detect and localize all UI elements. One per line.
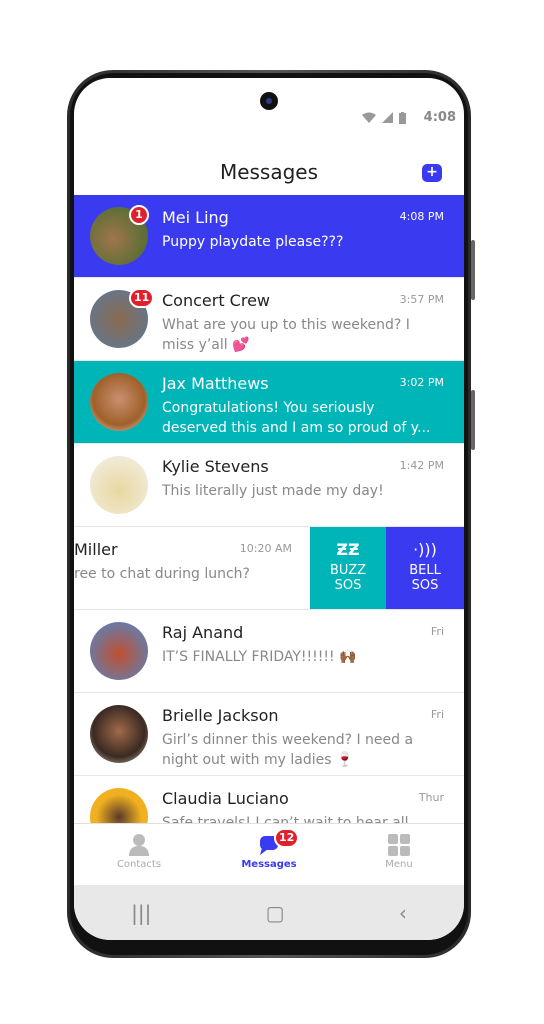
contact-name: Raj Anand [162, 623, 244, 642]
conversation-row[interactable]: Brielle Jackson Fri Girl’s dinner this w… [74, 693, 464, 776]
avatar [90, 373, 148, 431]
tab-menu[interactable]: Menu [334, 824, 464, 885]
conversation-list: 1 Mei Ling 4:08 PM Puppy playdate please… [74, 195, 464, 859]
timestamp: Fri [430, 708, 444, 721]
tab-bar: Contacts 12 Messages Menu [74, 823, 464, 885]
camera [260, 92, 278, 110]
screen: 4:08 Messages + 1 Mei Ling 4:08 PM Puppy… [74, 78, 464, 940]
avatar [90, 705, 148, 763]
bell-ring-icon: ·))) [413, 540, 437, 559]
contact-name: Kylie Stevens [162, 457, 269, 476]
unread-badge: 12 [274, 828, 300, 848]
timestamp: Fri [430, 625, 444, 638]
page-title: Messages [219, 160, 319, 184]
contact-name: Brielle Jackson [162, 706, 279, 725]
buzz-icon: ƵƵ [336, 540, 360, 559]
person-icon [129, 834, 149, 856]
home-button[interactable]: ▢ [266, 901, 285, 925]
contact-name: Mei Ling [162, 208, 229, 227]
contact-name: Miller [74, 540, 118, 559]
tab-messages[interactable]: 12 Messages [204, 824, 334, 885]
message-preview: This literally just made my day! [162, 483, 384, 499]
contact-name: Claudia Luciano [162, 789, 289, 808]
message-preview: Puppy playdate please??? [162, 234, 344, 250]
timestamp: 4:08 PM [399, 210, 444, 223]
new-message-button[interactable]: + [422, 164, 442, 182]
timestamp: 3:57 PM [399, 293, 444, 306]
message-preview: What are you up to this weekend? I miss … [162, 317, 410, 353]
conversation-row[interactable]: Kylie Stevens 1:42 PM This literally jus… [74, 444, 464, 527]
contact-name: Jax Matthews [162, 374, 269, 393]
grid-icon [388, 834, 410, 856]
timestamp: 1:42 PM [399, 459, 444, 472]
conversation-row-swiped[interactable]: Miller 10:20 AM ree to chat during lunch… [74, 527, 464, 610]
signal-icon [381, 112, 393, 123]
buzz-sos-button[interactable]: ƵƵ BUZZ SOS [310, 527, 386, 609]
contact-name: Concert Crew [162, 291, 271, 310]
wifi-icon [361, 112, 376, 123]
message-preview: ree to chat during lunch? [74, 566, 250, 582]
conversation-row[interactable]: 1 Mei Ling 4:08 PM Puppy playdate please… [74, 195, 464, 278]
conversation-row[interactable]: 11 Concert Crew 3:57 PM What are you up … [74, 278, 464, 361]
recent-apps-button[interactable]: ||| [131, 901, 151, 925]
conversation-row[interactable]: Raj Anand Fri IT’S FINALLY FRIDAY!!!!!! … [74, 610, 464, 693]
conversation-row[interactable]: Jax Matthews 3:02 PM Congratulations! Yo… [74, 361, 464, 444]
system-nav-bar: ||| ▢ ‹ [74, 885, 464, 940]
timestamp: Thur [418, 791, 444, 804]
avatar [90, 622, 148, 680]
battery-icon [398, 111, 406, 124]
message-preview: Congratulations! You seriously deserved … [162, 400, 431, 436]
timestamp: 3:02 PM [399, 376, 444, 389]
avatar [90, 456, 148, 514]
tab-contacts[interactable]: Contacts [74, 824, 204, 885]
timestamp: 10:20 AM [239, 542, 292, 555]
back-button[interactable]: ‹ [399, 901, 407, 925]
message-preview: IT’S FINALLY FRIDAY!!!!!! 🙌🏾 [162, 649, 357, 665]
clock: 4:08 [423, 110, 456, 125]
message-preview: Girl’s dinner this weekend? I need a nig… [162, 732, 414, 768]
unread-badge: 11 [129, 288, 155, 308]
bell-sos-button[interactable]: ·))) BELL SOS [386, 527, 464, 609]
status-bar: 4:08 [361, 110, 456, 125]
unread-badge: 1 [129, 205, 149, 225]
